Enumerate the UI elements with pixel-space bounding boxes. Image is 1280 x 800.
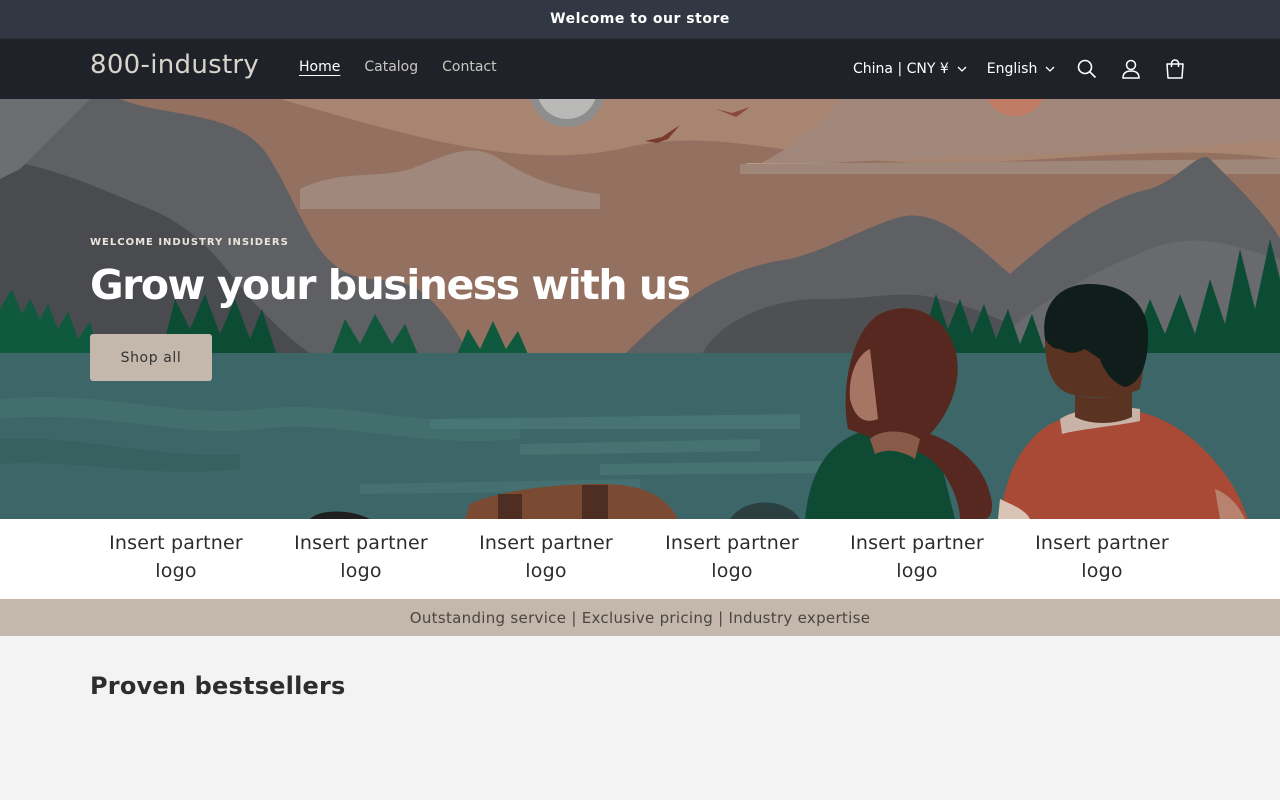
tagline-text: Outstanding service | Exclusive pricing … [409, 608, 871, 627]
partner-logo: Insert partner logo [665, 532, 799, 582]
language-selector[interactable]: English [987, 61, 1066, 77]
chevron-down-icon [1045, 66, 1055, 72]
announcement-bar: Welcome to our store [0, 0, 1280, 38]
nav-home[interactable]: Home [299, 59, 340, 75]
announcement-text: Welcome to our store [550, 11, 730, 27]
hero-title: Grow your business with us [90, 261, 691, 309]
store-logo[interactable]: 800-industry [90, 50, 259, 80]
shop-all-button[interactable]: Shop all [90, 334, 212, 381]
partner-logos: Insert partner logo Insert partner logo … [0, 519, 1280, 599]
tagline-bar: Outstanding service | Exclusive pricing … [0, 599, 1280, 636]
section-title: Proven bestsellers [90, 672, 346, 700]
partner-logo: Insert partner logo [479, 532, 613, 582]
partner-logo: Insert partner logo [850, 532, 984, 582]
country-selector[interactable]: China | CNY ¥ [853, 61, 987, 77]
cart-icon[interactable] [1153, 47, 1197, 91]
search-icon[interactable] [1065, 47, 1109, 91]
site-header: 800-industry Home Catalog Contact China … [0, 38, 1280, 99]
country-selector-label: China | CNY ¥ [853, 61, 949, 77]
main-nav: Home Catalog Contact [299, 59, 521, 75]
account-icon[interactable] [1109, 47, 1153, 91]
hero-illustration [0, 99, 1280, 519]
partner-logo: Insert partner logo [294, 532, 428, 582]
partner-logo: Insert partner logo [109, 532, 243, 582]
partner-logo: Insert partner logo [1035, 532, 1169, 582]
language-selector-label: English [986, 61, 1038, 77]
nav-contact[interactable]: Contact [442, 59, 496, 75]
hero-banner: WELCOME INDUSTRY INSIDERS Grow your busi… [0, 99, 1280, 519]
nav-catalog[interactable]: Catalog [364, 59, 418, 75]
header-actions: China | CNY ¥ English [853, 39, 1197, 99]
chevron-down-icon [957, 66, 967, 72]
hero-eyebrow: WELCOME INDUSTRY INSIDERS [90, 237, 289, 248]
